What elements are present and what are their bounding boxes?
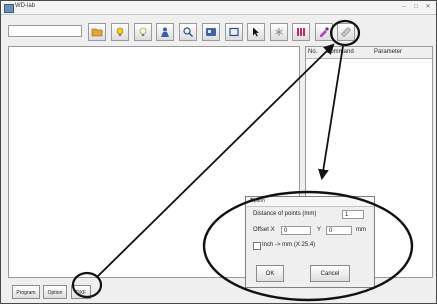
- inch-label: Inch -> mm (X 25.4): [262, 242, 316, 248]
- maximize-button[interactable]: □: [411, 3, 421, 11]
- measure-icon: [341, 27, 351, 37]
- dxf-button[interactable]: DXF: [71, 285, 91, 299]
- program-button[interactable]: Program: [12, 285, 40, 299]
- zoom-button[interactable]: [179, 23, 197, 41]
- image-icon: [206, 28, 216, 36]
- column-header-no[interactable]: No.: [308, 49, 317, 55]
- offset-y-label: Y: [317, 227, 322, 233]
- image-button[interactable]: [202, 23, 220, 41]
- offset-x-field[interactable]: 0: [281, 226, 311, 235]
- grid-button[interactable]: [292, 23, 310, 41]
- main-window: WD-lab – □ ✕ No. Command Parameter Progr…: [0, 0, 437, 304]
- offset-x-label: Offset X: [253, 227, 275, 233]
- open-button[interactable]: [88, 23, 106, 41]
- folder-open-icon: [91, 28, 103, 37]
- minimize-button[interactable]: –: [399, 3, 409, 11]
- app-icon: [4, 4, 14, 13]
- frame-button[interactable]: [225, 23, 243, 41]
- toolbar: [1, 15, 436, 45]
- table-header: No. Command Parameter: [306, 47, 432, 59]
- column-header-command[interactable]: Command: [326, 49, 354, 55]
- column-header-parameter[interactable]: Parameter: [374, 49, 402, 55]
- distance-label: Distance of points (mm): [253, 211, 317, 217]
- settings-icon: [320, 27, 329, 37]
- offset-y-field[interactable]: 0: [326, 226, 352, 235]
- asterisk-icon: [275, 28, 283, 36]
- option-button[interactable]: Option: [43, 285, 67, 299]
- window-title: WD-lab: [15, 3, 36, 9]
- bulb-outline-icon: [139, 27, 147, 36]
- option-dialog: Option x Distance of points (mm) 1 Offse…: [245, 196, 375, 288]
- close-button[interactable]: ✕: [423, 3, 433, 11]
- dialog-title-bar: Option x: [246, 197, 374, 207]
- pointer-icon: [253, 27, 259, 37]
- unit-label: mm: [356, 227, 366, 233]
- bulb-yellow-icon: [116, 27, 124, 36]
- cancel-button[interactable]: Cancel: [310, 265, 350, 282]
- title-bar: WD-lab – □ ✕: [1, 1, 436, 15]
- ok-button[interactable]: OK: [256, 265, 284, 282]
- rectangle-icon: [229, 27, 239, 37]
- person-button[interactable]: [156, 23, 174, 41]
- select-button[interactable]: [247, 23, 265, 41]
- light-off-button[interactable]: [134, 23, 152, 41]
- distance-field[interactable]: 1: [342, 210, 364, 219]
- asterisk-button[interactable]: [270, 23, 288, 41]
- dialog-close-icon[interactable]: x: [250, 197, 371, 203]
- light-on-button[interactable]: [111, 23, 129, 41]
- grid-icon: [297, 28, 305, 36]
- inch-checkbox[interactable]: [253, 242, 261, 250]
- person-icon: [161, 27, 169, 37]
- settings-button[interactable]: [315, 23, 333, 41]
- magnify-icon: [183, 27, 193, 37]
- command-input[interactable]: [8, 25, 82, 37]
- option-measure-button[interactable]: [337, 23, 355, 41]
